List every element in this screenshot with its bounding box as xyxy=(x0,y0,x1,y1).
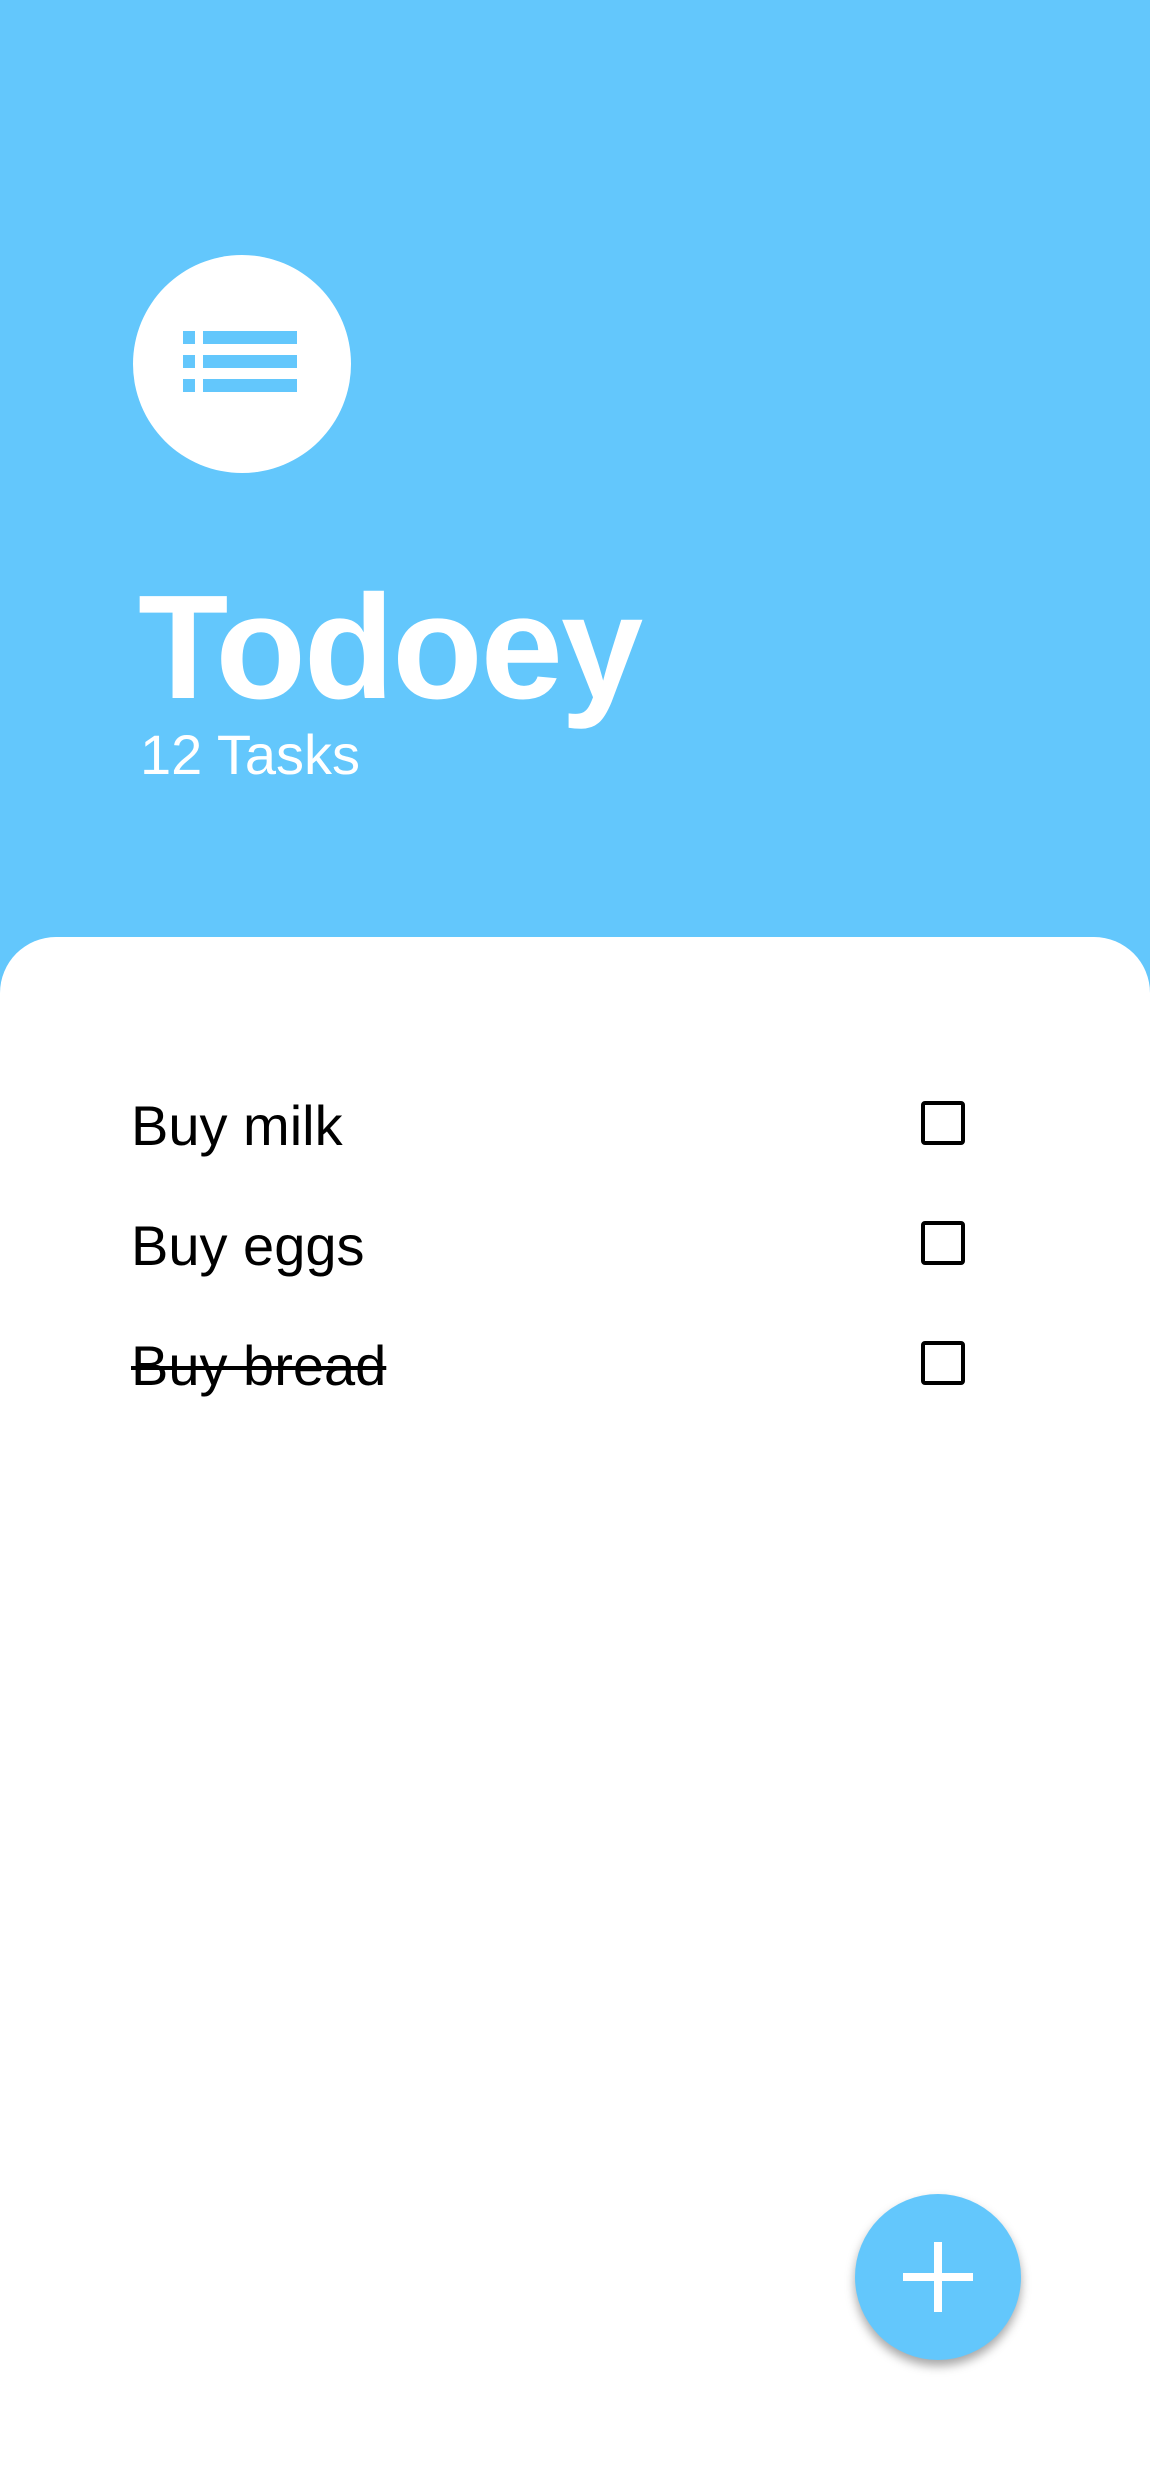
task-checkbox[interactable] xyxy=(921,1221,965,1265)
task-count: 12 Tasks xyxy=(140,723,360,786)
app-header: Todoey 12 Tasks xyxy=(0,0,1150,937)
list-icon xyxy=(133,255,351,473)
plus-icon xyxy=(903,2242,973,2312)
task-row[interactable]: Buy bread xyxy=(0,1316,1150,1416)
task-label: Buy eggs xyxy=(131,1214,365,1277)
task-checkbox[interactable] xyxy=(921,1341,965,1385)
task-label: Buy bread xyxy=(131,1334,387,1397)
task-checkbox[interactable] xyxy=(921,1101,965,1145)
task-row[interactable]: Buy eggs xyxy=(0,1196,1150,1296)
add-task-button[interactable] xyxy=(855,2194,1021,2360)
task-label: Buy milk xyxy=(131,1094,343,1157)
app-title: Todoey xyxy=(138,565,643,730)
task-row[interactable]: Buy milk xyxy=(0,1076,1150,1176)
